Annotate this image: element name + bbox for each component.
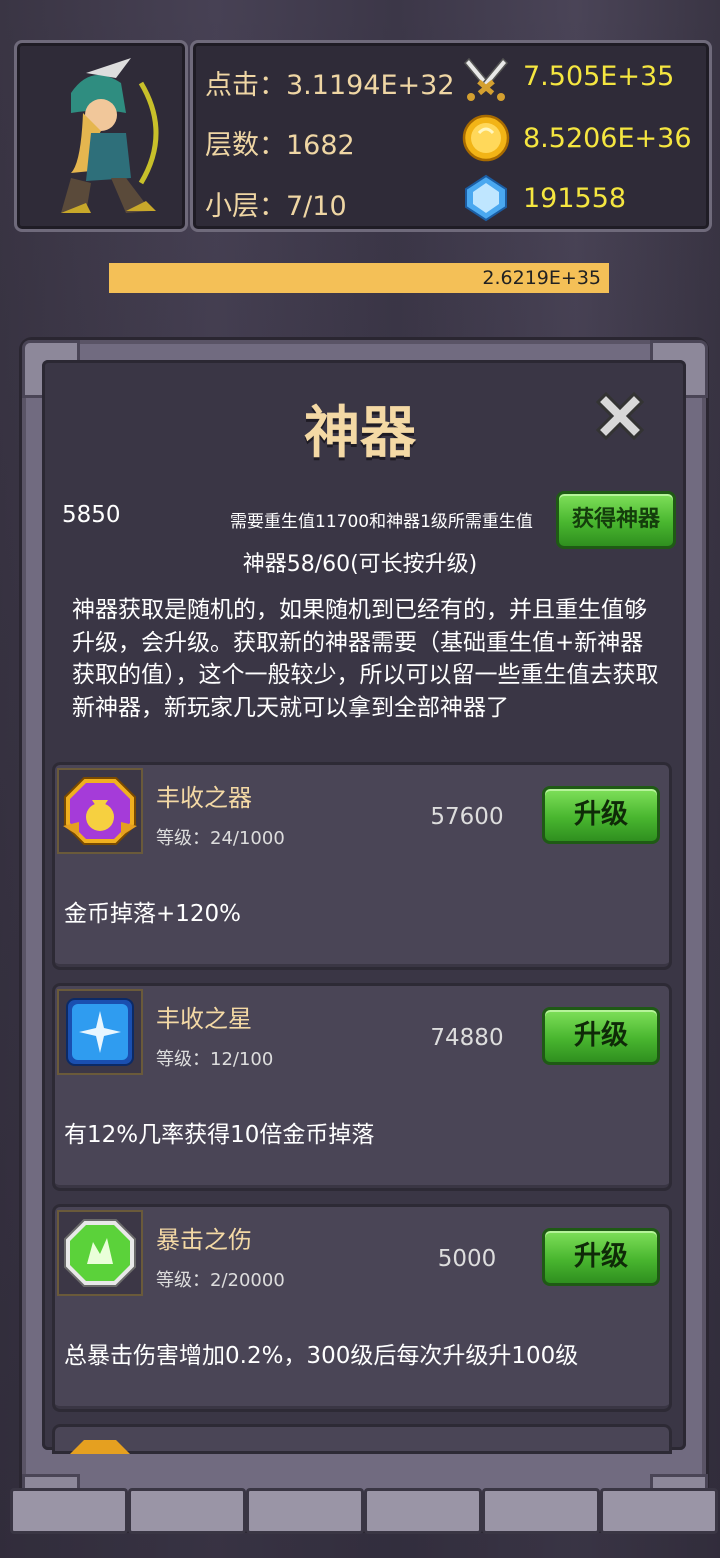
bottom-tab[interactable] [364, 1488, 482, 1534]
progress-text: 2.6219E+35 [482, 267, 601, 289]
gold-value: 8.5206E+36 [523, 123, 692, 154]
artifact-level: 等级：2/20000 [156, 1270, 285, 1291]
artifact-name: 丰收之器 [156, 784, 252, 812]
hero-portrait[interactable] [14, 40, 188, 232]
artifact-effect: 金币掉落+120% [64, 901, 242, 927]
requirement-text: 需要重生值11700和神器1级所需重生值 [230, 512, 533, 532]
bottom-tab[interactable] [600, 1488, 718, 1534]
upgrade-cost: 74880 [430, 1025, 504, 1051]
bottom-tab[interactable] [128, 1488, 246, 1534]
artifact-card-partial [52, 1424, 672, 1454]
sublevel-label: 小层：7/10 [205, 191, 347, 222]
close-icon[interactable] [588, 388, 652, 452]
artifact-card: 暴击之伤 等级：2/20000 5000 升级 总暴击伤害增加0.2%，300级… [52, 1204, 672, 1412]
stats-panel: 点击：3.1194E+32 层数：1682 小层：7/10 7.505E+35 … [190, 40, 712, 232]
floor-label: 层数：1682 [205, 130, 355, 161]
acquire-artifact-button[interactable]: 获得神器 [556, 491, 676, 549]
upgrade-button[interactable]: 升级 [542, 786, 660, 844]
gem-value: 191558 [523, 183, 627, 214]
upgrade-button[interactable]: 升级 [542, 1228, 660, 1286]
rebirth-value: 5850 [62, 502, 121, 528]
artifact-name: 丰收之星 [156, 1005, 252, 1033]
swords-icon [463, 57, 509, 101]
artifact-effect: 总暴击伤害增加0.2%，300级后每次升级升100级 [64, 1343, 579, 1369]
star-icon [66, 998, 134, 1066]
click-damage-label: 点击：3.1194E+32 [205, 70, 455, 101]
upgrade-button[interactable]: 升级 [542, 1007, 660, 1065]
bottom-tab[interactable] [482, 1488, 600, 1534]
gold-coin-icon [462, 114, 510, 162]
upgrade-cost: 5000 [437, 1246, 497, 1272]
artifact-level: 等级：24/1000 [156, 828, 285, 849]
artifact-partial-icon [70, 1440, 130, 1454]
artifact-icon-frame [57, 989, 143, 1075]
artifact-effect: 有12%几率获得10倍金币掉落 [64, 1122, 375, 1148]
crit-icon [64, 1219, 136, 1287]
artifact-name: 暴击之伤 [156, 1226, 252, 1254]
artifact-icon-frame [57, 1210, 143, 1296]
attack-value: 7.505E+35 [523, 61, 675, 92]
artifact-count: 神器58/60(可长按升级) [242, 552, 478, 577]
diamond-icon [465, 174, 507, 222]
bottom-tab[interactable] [10, 1488, 128, 1534]
artifact-card: 丰收之星 等级：12/100 74880 升级 有12%几率获得10倍金币掉落 [52, 983, 672, 1191]
bag-icon [63, 777, 137, 845]
archer-hero-icon [61, 58, 159, 213]
upgrade-cost: 57600 [430, 804, 504, 830]
artifact-card: 丰收之器 等级：24/1000 57600 升级 金币掉落+120% [52, 762, 672, 970]
description-text: 神器获取是随机的，如果随机到已经有的，并且重生值够升级，会升级。获取新的神器需要… [72, 597, 659, 721]
artifact-icon-frame [57, 768, 143, 854]
artifact-level: 等级：12/100 [156, 1049, 274, 1070]
bottom-tab[interactable] [246, 1488, 364, 1534]
progress-bar: 2.6219E+35 [109, 263, 609, 293]
